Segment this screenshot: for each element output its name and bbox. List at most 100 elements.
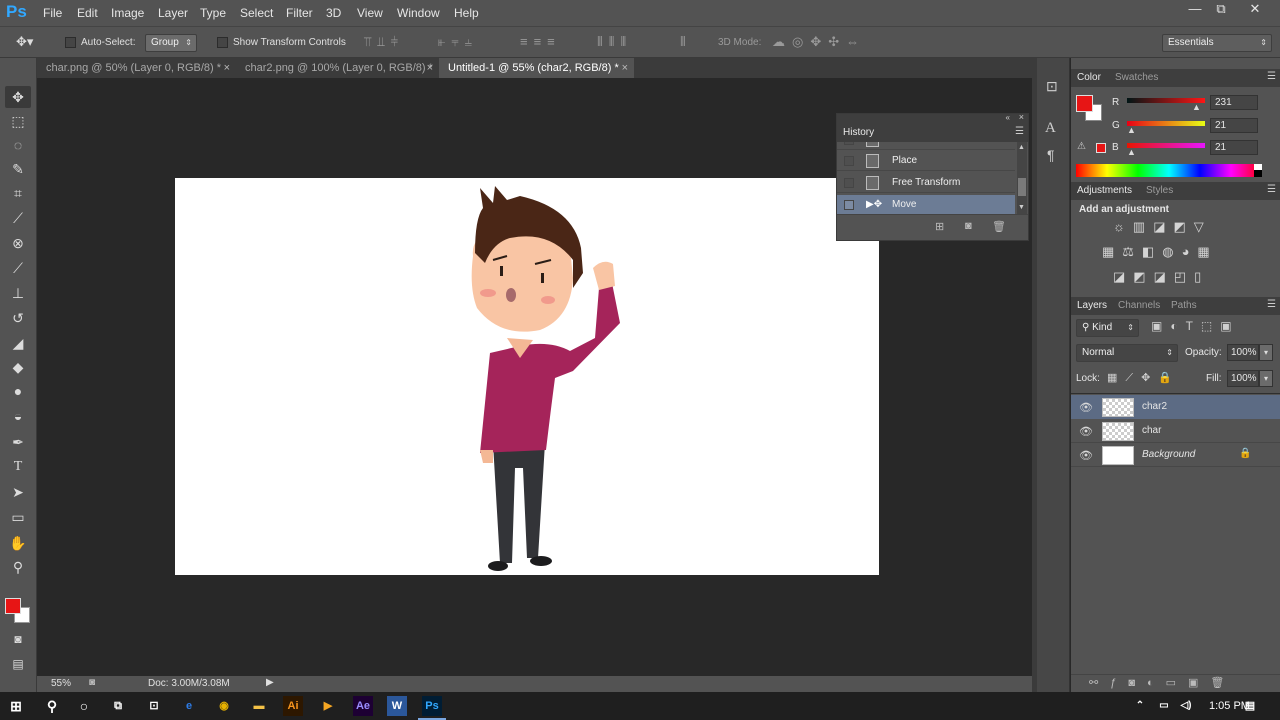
volume-icon[interactable]: ◁) <box>1176 696 1196 716</box>
doc-tab-char[interactable]: char.png @ 50% (Layer 0, RGB/8) * × <box>37 58 236 78</box>
status-icon[interactable]: ◙ <box>89 677 95 688</box>
type-tool-icon[interactable]: T <box>5 456 31 478</box>
eyedropper-tool-icon[interactable]: ⟋ <box>5 207 31 229</box>
green-slider[interactable] <box>1127 121 1205 126</box>
menu-filter[interactable]: Filter <box>286 6 313 20</box>
photoshop-taskbar-icon[interactable]: Ps <box>422 696 442 716</box>
media-player-icon[interactable]: ▶ <box>318 696 338 716</box>
transform-controls-checkbox[interactable] <box>217 37 228 48</box>
layers-tab[interactable]: Layers <box>1077 300 1107 311</box>
gamut-color-swatch[interactable] <box>1096 143 1106 153</box>
menu-edit[interactable]: Edit <box>77 6 98 20</box>
green-value-field[interactable]: 21 <box>1210 118 1258 133</box>
color-foreground-swatch[interactable] <box>1076 95 1093 112</box>
menu-select[interactable]: Select <box>240 6 273 20</box>
eraser-tool-icon[interactable]: ◢ <box>5 332 31 354</box>
opacity-field[interactable]: 100% <box>1227 344 1259 361</box>
edge-icon[interactable]: e <box>179 696 199 716</box>
paint-bucket-tool-icon[interactable]: ◆ <box>5 356 31 378</box>
styles-tab[interactable]: Styles <box>1146 185 1173 196</box>
auto-align-icon[interactable]: ⦀ <box>680 34 686 50</box>
battery-icon[interactable]: ▭ <box>1154 696 1174 716</box>
layer-row[interactable]: 👁 char <box>1071 419 1280 443</box>
foreground-color-swatch[interactable] <box>5 598 21 614</box>
opacity-dropdown-icon[interactable]: ▾ <box>1259 344 1273 361</box>
3d-mode-icons[interactable]: ☁◎✥✣⇔ <box>772 34 866 50</box>
history-panel-bar[interactable]: « × <box>837 112 1028 125</box>
chrome-icon[interactable]: ◉ <box>214 696 234 716</box>
spectrum-black[interactable] <box>1254 170 1262 177</box>
distribute-h-icons[interactable]: ⦀⦀⦀ <box>597 34 632 50</box>
after-effects-icon[interactable]: Ae <box>353 696 373 716</box>
character-illustration[interactable] <box>175 178 879 575</box>
task-view-icon[interactable]: ⧉ <box>108 696 128 716</box>
crop-tool-icon[interactable]: ⌗ <box>5 182 31 204</box>
move-tool-preset-icon[interactable]: ✥▾ <box>16 34 33 50</box>
quick-select-tool-icon[interactable]: ✎ <box>5 158 31 180</box>
close-tab-icon[interactable]: × <box>427 58 433 78</box>
close-tab-icon[interactable]: × <box>622 58 628 78</box>
layer-name[interactable]: char2 <box>1142 401 1167 412</box>
align-h-icons[interactable]: ⫦⫧⫨ <box>438 34 478 50</box>
cortana-icon[interactable]: ○ <box>74 696 94 716</box>
zoom-level[interactable]: 55% <box>51 678 71 689</box>
store-icon[interactable]: ⊡ <box>144 696 164 716</box>
collapse-icon[interactable]: « <box>1006 113 1010 122</box>
close-panel-icon[interactable]: × <box>1019 112 1024 122</box>
blur-tool-icon[interactable]: ● <box>5 380 31 402</box>
paragraph-panel-icon[interactable]: ¶ <box>1047 147 1055 163</box>
menu-help[interactable]: Help <box>454 6 479 20</box>
blend-mode-dropdown[interactable]: Normal ⇕ <box>1076 344 1178 362</box>
spectrum-ramp[interactable] <box>1076 164 1262 177</box>
restore-button[interactable]: ⧉ <box>1206 0 1236 18</box>
blue-slider[interactable] <box>1127 143 1205 148</box>
fill-field[interactable]: 100% <box>1227 370 1259 387</box>
screen-mode-icon[interactable]: ▤ <box>5 653 31 675</box>
blue-value-field[interactable]: 21 <box>1210 140 1258 155</box>
hand-tool-icon[interactable]: ✋ <box>5 532 31 554</box>
green-slider-handle-icon[interactable]: ▲ <box>1127 125 1136 135</box>
trash-icon[interactable]: 🗑 <box>992 220 1006 233</box>
adjustment-icons-row2[interactable]: ▦⚖◧◍◕▦ <box>1102 244 1242 260</box>
history-item[interactable]: Place <box>837 142 1015 150</box>
notifications-icon[interactable]: ▤ <box>1240 696 1260 716</box>
menu-image[interactable]: Image <box>111 6 144 20</box>
path-select-tool-icon[interactable]: ➤ <box>5 481 31 503</box>
document-canvas[interactable] <box>175 178 879 575</box>
character-panel-icon[interactable]: A <box>1045 120 1056 137</box>
menu-file[interactable]: File <box>43 6 62 20</box>
stamp-tool-icon[interactable]: ⊥ <box>5 282 31 304</box>
paths-tab[interactable]: Paths <box>1171 300 1197 311</box>
start-icon[interactable]: ⊞ <box>6 696 26 716</box>
tray-chevron-icon[interactable]: ⌃ <box>1130 696 1150 716</box>
history-brush-tool-icon[interactable]: ↺ <box>5 307 31 329</box>
panel-menu-icon[interactable]: ☰ <box>1267 184 1276 195</box>
panel-menu-icon[interactable]: ☰ <box>1015 126 1024 137</box>
lock-icons[interactable]: ▦⟋✥🔒 <box>1107 371 1180 385</box>
menu-window[interactable]: Window <box>397 6 440 20</box>
channels-tab[interactable]: Channels <box>1118 300 1160 311</box>
brush-tool-icon[interactable]: ⟋ <box>5 257 31 279</box>
status-menu-arrow-icon[interactable]: ▶ <box>266 677 274 688</box>
doc-tab-untitled[interactable]: Untitled-1 @ 55% (char2, RGB/8) * × <box>439 58 634 78</box>
new-document-from-state-icon[interactable]: ⊞ <box>935 220 944 233</box>
layer-row-selected[interactable]: 👁 char2 <box>1071 395 1280 419</box>
visibility-eye-icon[interactable]: 👁 <box>1079 449 1093 462</box>
menu-3d[interactable]: 3D <box>326 6 341 20</box>
move-tool-icon[interactable]: ✥ <box>5 86 31 108</box>
file-explorer-icon[interactable]: ▬ <box>249 696 269 716</box>
layer-filter-icons[interactable]: ▣◐T⬚▣ <box>1151 319 1240 333</box>
swatches-tab[interactable]: Swatches <box>1115 72 1158 83</box>
rectangle-tool-icon[interactable]: ▭ <box>5 506 31 528</box>
adjustment-icons-row1[interactable]: ☼▥◪◩▽ <box>1113 219 1223 235</box>
zoom-tool-icon[interactable]: ⚲ <box>5 556 31 578</box>
doc-tab-char2[interactable]: char2.png @ 100% (Layer 0, RGB/8) * × <box>236 58 439 78</box>
history-item[interactable]: Place <box>837 151 1015 171</box>
layer-name[interactable]: char <box>1142 425 1161 436</box>
search-icon[interactable]: ⚲ <box>42 696 62 716</box>
snapshot-icon[interactable]: ◙ <box>965 220 972 232</box>
adjustments-tab[interactable]: Adjustments <box>1077 185 1132 196</box>
layer-footer-icons[interactable]: ⚯ƒ◙◐▭▣🗑 <box>1089 676 1236 689</box>
history-item[interactable]: Free Transform <box>837 173 1015 193</box>
word-icon[interactable]: W <box>387 696 407 716</box>
